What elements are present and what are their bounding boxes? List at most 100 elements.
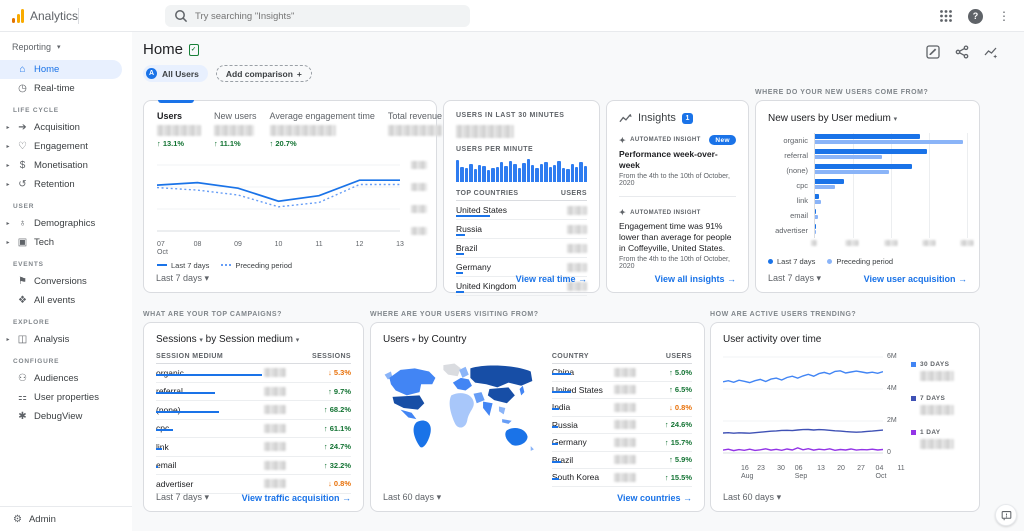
collection-switcher[interactable]: Reporting ▾ [0,32,132,60]
sidebar-item-demographics[interactable]: ▸ ♁ Demographics [0,214,132,233]
insight-headline[interactable]: Performance week-over-week [619,149,736,171]
bar-preceding-period [815,169,890,174]
sidebar-item-engagement[interactable]: ▸ ♡ Engagement [0,137,132,156]
sidebar-item-monetisation[interactable]: ▸ $ Monetisation [0,156,132,175]
change-percent: ↑ 32.2% [323,460,351,470]
sessions-value-redacted [264,442,286,452]
dimension-selector[interactable]: by Country [418,334,466,345]
sessions-value-redacted [264,386,286,396]
insight-date: From the 4th to the 10th of October, 202… [619,173,730,187]
sidebar-item-label: All events [34,295,76,306]
automated-insight-label: ✦ AUTOMATED INSIGHT [619,208,701,217]
minute-bar [557,160,561,182]
geo-country-row: United States ↑ 6.5% [551,382,692,399]
minute-bar [508,160,513,182]
sidebar-item-retention[interactable]: ▸ ↺ Retention [0,175,132,194]
minute-bar [482,165,486,182]
session-bar [156,447,162,450]
country-name: United States [551,384,603,395]
share-icon[interactable] [955,45,969,59]
metric-selector[interactable]: Users ▾ [383,334,415,345]
main-content: Home A All Users Add comparison + Users ↑… [132,32,1024,531]
country-users-redacted [567,205,587,215]
legend-last-7-days: Last 7 days [157,261,209,270]
date-range-selector[interactable]: Last 60 days ▾ [383,492,441,503]
view-countries-link[interactable]: View countries → [617,493,692,503]
customize-report-icon[interactable] [926,45,940,59]
analytics-logo[interactable]: Analytics [12,0,78,32]
nav-section-title: EVENTS [13,261,44,268]
sidebar-item-label: Engagement [34,141,88,152]
chevron-down-icon: ▾ [57,44,61,51]
country-bar [456,215,491,217]
date-range-selector[interactable]: Last 60 days ▾ [723,492,781,503]
y-tick-redacted [411,183,427,191]
legend-label: 7 DAYS [911,395,967,402]
sidebar-item-debugview[interactable]: ✱ DebugView [0,407,132,426]
session-medium-name: link [156,441,169,452]
overview-metric-1[interactable]: New users ↑ 11.1% [214,111,257,148]
sidebar-item-tech[interactable]: ▸ ▣ Tech [0,233,132,252]
medium-chart-title[interactable]: New users by User medium ▾ [768,113,969,124]
legend-value-redacted [920,439,954,449]
sidebar-item-all-events[interactable]: ❖ All events [0,291,132,310]
trend-legend: 30 DAYS 7 DAYS 1 DAY [911,361,967,463]
insights-spark-icon[interactable] [984,45,998,59]
x-tick-label: 11 [315,241,323,248]
change-percent: ↑ 5.9% [669,455,692,465]
search-bar[interactable] [165,5,470,27]
sidebar-nav: ⌂ Home ◷ Real-time LIFE CYCLE ▸ ➔ Acquisition ▸ ♡… [0,60,132,426]
bar-last-7-days [815,209,817,214]
overview-metric-2[interactable]: Average engagement time ↑ 20.7% [269,111,375,148]
insight-headline[interactable]: Engagement time was 91% lower than avera… [619,221,736,254]
search-input[interactable] [195,10,461,22]
sidebar-item-user-properties[interactable]: ⚏ User properties [0,388,132,407]
gear-icon: ⚙ [13,513,22,525]
country-bar [551,373,572,376]
sidebar-item-home[interactable]: ⌂ Home [0,60,122,79]
sidebar-item-real-time[interactable]: ◷ Real-time [0,79,132,98]
date-range-selector[interactable]: Last 7 days ▾ [768,273,821,284]
add-comparison-chip[interactable]: Add comparison + [215,65,312,82]
trend-y-axis: 6M 4M 2M 0 [883,353,901,461]
overview-metric-0[interactable]: Users ↑ 13.1% [157,111,201,148]
minute-bar [460,166,464,182]
country-name: Russia [551,419,578,430]
dimension-selector[interactable]: by Session medium ▾ [206,334,300,345]
divider [78,8,79,24]
metric-value-redacted [157,125,201,136]
minute-bar [570,164,574,182]
sidebar-item-label: Monetisation [34,160,88,171]
sidebar-item-conversions[interactable]: ⚑ Conversions [0,272,132,291]
trend-line-chart [723,353,883,461]
geo-country-row: Brazil ↑ 5.9% [551,452,692,469]
apps-grid-icon[interactable] [939,9,953,23]
view-real-time-link[interactable]: View real time → [516,274,587,284]
help-icon[interactable]: ? [968,8,983,24]
metric-selector[interactable]: Sessions ▾ [156,334,203,345]
more-menu-icon[interactable]: ⋮ [998,9,1010,23]
sparkle-icon: ✦ [619,135,627,145]
sidebar-item-admin[interactable]: ⚙ Admin [0,506,132,531]
date-range-selector[interactable]: Last 7 days ▾ [156,492,209,503]
all-users-chip[interactable]: A All Users [143,65,208,82]
view-traffic-acquisition-link[interactable]: View traffic acquisition → [242,493,351,503]
minute-bar [579,161,583,182]
acquisition-icon: ➔ [18,122,27,133]
analytics-logo-icon [12,9,24,23]
x-tick-redacted [811,240,817,246]
country-bar [551,478,560,481]
sidebar-item-acquisition[interactable]: ▸ ➔ Acquisition [0,118,132,137]
date-range-selector[interactable]: Last 7 days ▾ [156,273,209,284]
feedback-button[interactable] [995,504,1017,526]
view-user-acquisition-link[interactable]: View user acquisition → [864,274,967,284]
session-medium-name: cpc [156,423,264,433]
minute-bar [517,167,522,182]
sidebar-item-audiences[interactable]: ⚇ Audiences [0,369,132,388]
view-all-insights-link[interactable]: View all insights → [655,274,736,284]
analysis-icon: ◫ [17,334,28,345]
country-name: India [551,402,571,413]
minute-bar [566,169,570,182]
sidebar-item-analysis[interactable]: ▸ ◫ Analysis [0,330,132,349]
minute-bar [478,164,482,182]
